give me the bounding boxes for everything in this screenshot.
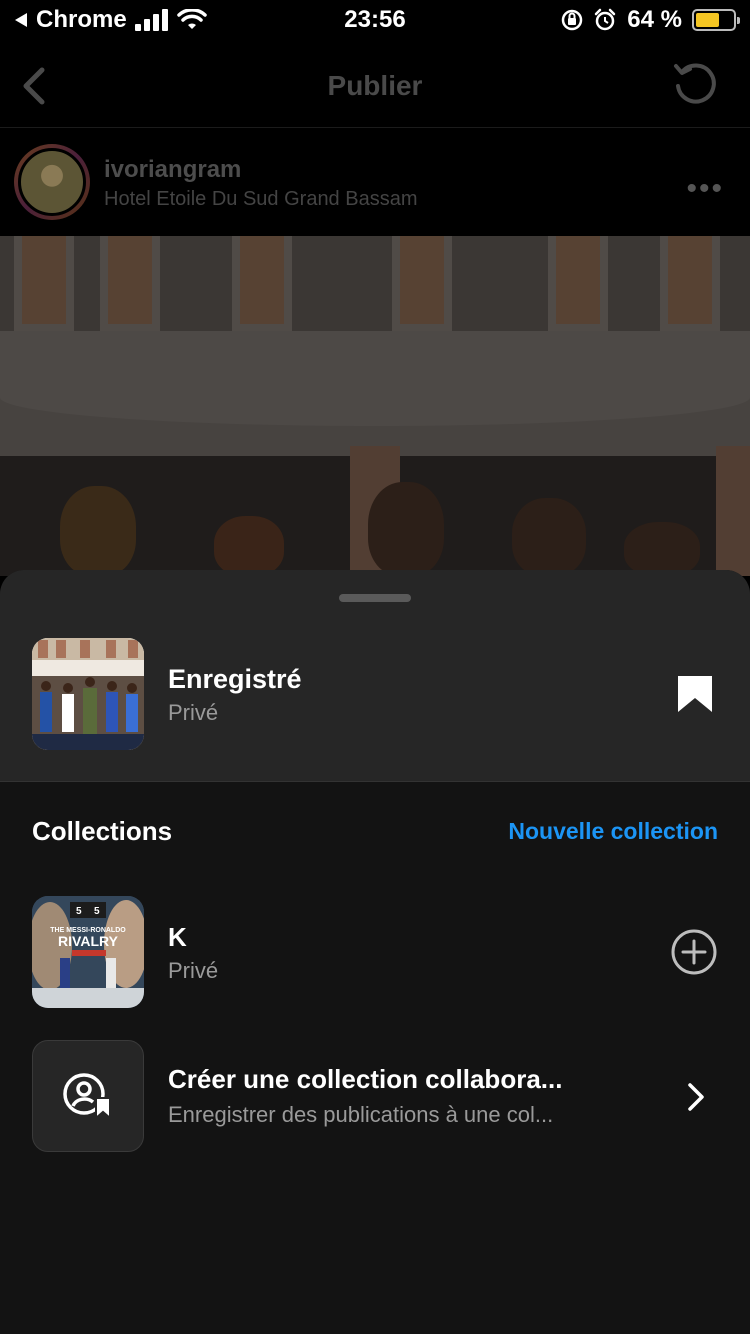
photo-person	[214, 516, 284, 576]
collection-thumbnail-image: 5 5 THE MESSI-RONALDO RIVALRY	[32, 896, 144, 1008]
collection-privacy: Privé	[168, 958, 219, 983]
save-sheet: Enregistré Privé Collections Nouvelle co…	[0, 570, 750, 1334]
avatar[interactable]	[14, 144, 90, 220]
photo-person	[624, 522, 700, 576]
status-bar: Chrome 23:56 64 %	[0, 0, 750, 44]
post-header: ivoriangram Hotel Etoile Du Sud Grand Ba…	[0, 128, 750, 236]
battery-percent: 64 %	[627, 6, 682, 33]
photo-arch	[548, 236, 608, 332]
saved-thumbnail-image	[32, 638, 144, 750]
battery-icon	[692, 9, 740, 31]
alarm-icon	[595, 8, 616, 31]
sheet-grabber[interactable]	[339, 594, 411, 602]
post-username[interactable]: ivoriangram	[104, 156, 241, 184]
bookmark-filled-icon[interactable]	[676, 674, 714, 714]
photo-arch	[660, 236, 720, 332]
collections-heading: Collections	[32, 816, 173, 846]
saved-row[interactable]: Enregistré Privé	[0, 570, 750, 782]
photo-arch	[232, 236, 292, 332]
orientation-lock-icon	[562, 9, 583, 31]
new-collection-button[interactable]: Nouvelle collection	[508, 818, 718, 845]
more-options-icon[interactable]: •••	[686, 172, 724, 206]
collection-thumbnail[interactable]: 5 5 THE MESSI-RONALDO RIVALRY	[32, 896, 144, 1008]
status-right: 64 %	[561, 6, 740, 34]
collab-collection-tile[interactable]	[32, 1040, 144, 1152]
thumb-caption-large: RIVALRY	[58, 933, 119, 949]
chevron-right-icon[interactable]	[686, 1082, 706, 1112]
photo-wall	[0, 331, 750, 426]
photo-arch	[392, 236, 452, 332]
nav-bar: Publier	[0, 44, 750, 128]
photo-arch	[14, 236, 74, 332]
photo-pillar	[716, 446, 750, 576]
photo-arch	[100, 236, 160, 332]
collection-title[interactable]: K	[168, 922, 187, 953]
saved-thumbnail	[32, 638, 144, 750]
avatar-image	[18, 148, 86, 216]
post-location[interactable]: Hotel Etoile Du Sud Grand Bassam	[104, 188, 418, 211]
saved-privacy: Privé	[168, 700, 219, 725]
photo-person	[368, 482, 444, 576]
photo-person	[60, 486, 136, 576]
collab-title[interactable]: Créer une collection collabora...	[168, 1064, 562, 1095]
page-title: Publier	[327, 70, 423, 101]
score-left: 5	[76, 906, 82, 917]
refresh-icon[interactable]	[670, 58, 722, 110]
plus-circle-icon[interactable]	[670, 928, 718, 976]
post-photo[interactable]	[0, 236, 750, 576]
collab-user-bookmark-icon	[63, 1073, 111, 1120]
score-right: 5	[94, 906, 100, 917]
saved-title: Enregistré	[168, 664, 302, 694]
photo-person	[512, 498, 586, 576]
collab-subtitle: Enregistrer des publications à une col..…	[168, 1102, 554, 1127]
battery-level	[696, 13, 720, 27]
